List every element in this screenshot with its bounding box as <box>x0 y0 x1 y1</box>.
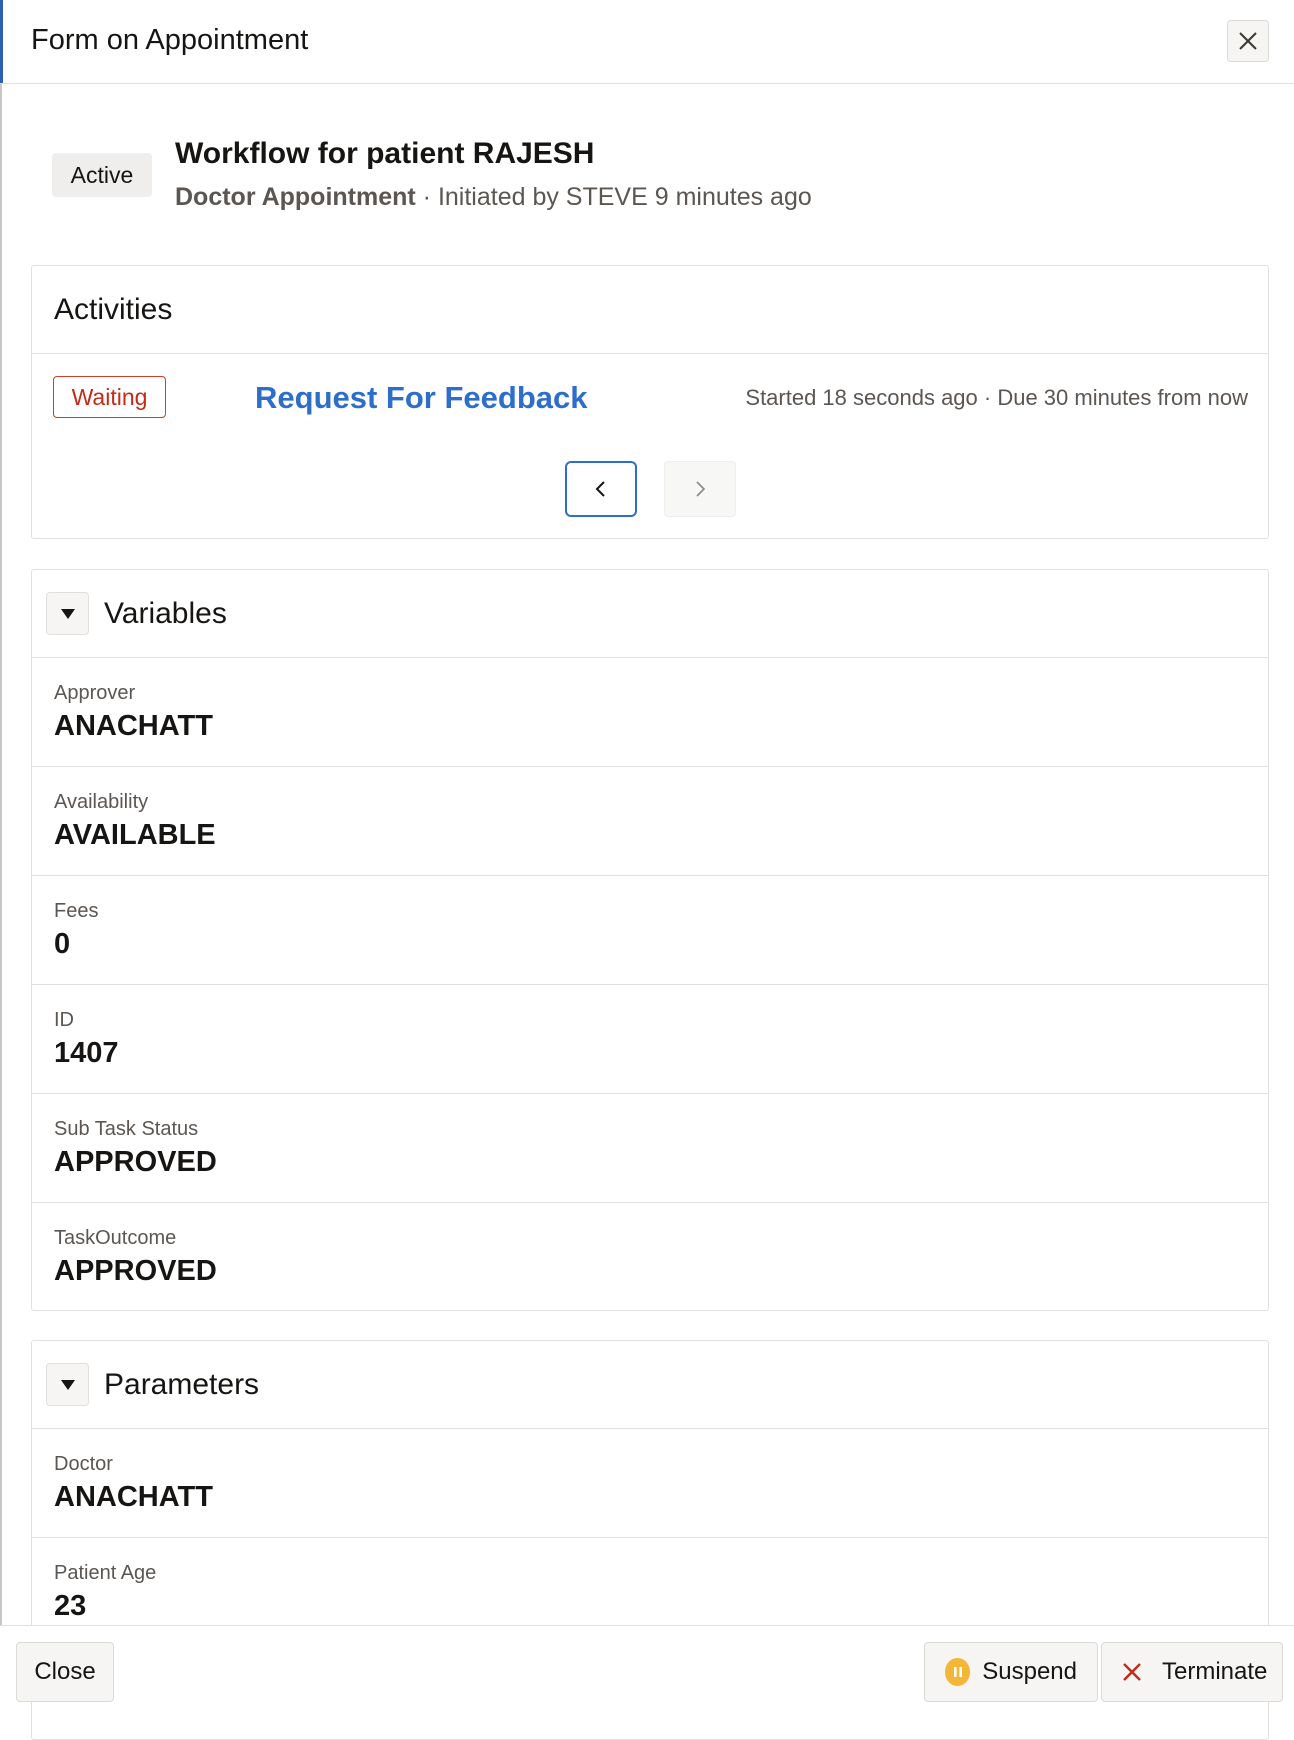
variable-value: AVAILABLE <box>54 819 216 851</box>
dialog-footer: Close Suspend Terminate <box>0 1625 1294 1702</box>
variable-row: Availability AVAILABLE <box>32 767 1268 876</box>
caret-down-icon <box>60 1379 75 1390</box>
dialog-close-button[interactable] <box>1227 20 1269 62</box>
workflow-subtitle: Doctor Appointment · Initiated by STEVE … <box>175 183 812 212</box>
workflow-title: Workflow for patient RAJESH <box>175 137 595 170</box>
variable-value: APPROVED <box>54 1146 217 1178</box>
variable-row: TaskOutcome APPROVED <box>32 1203 1268 1312</box>
close-button[interactable]: Close <box>16 1642 114 1702</box>
close-icon <box>1239 32 1257 50</box>
dialog-title: Form on Appointment <box>31 24 309 56</box>
chevron-left-icon <box>595 481 605 497</box>
suspend-label: Suspend <box>982 1658 1077 1685</box>
dialog-header: Form on Appointment <box>0 0 1294 84</box>
activity-meta: Started 18 seconds ago · Due 30 minutes … <box>745 385 1248 410</box>
parameter-label: Patient Age <box>54 1562 157 1584</box>
variable-label: Fees <box>54 900 99 922</box>
variable-value: ANACHATT <box>54 710 213 742</box>
variable-value: APPROVED <box>54 1255 217 1287</box>
pause-icon <box>945 1658 971 1686</box>
variable-label: Approver <box>54 682 136 704</box>
variable-label: ID <box>54 1009 74 1031</box>
variable-row: ID 1407 <box>32 985 1268 1094</box>
variable-value: 0 <box>54 928 71 960</box>
terminate-button[interactable]: Terminate <box>1101 1642 1283 1702</box>
dialog-left-border <box>0 83 2 1696</box>
caret-down-icon <box>60 608 75 619</box>
variable-label: Sub Task Status <box>54 1118 199 1140</box>
activity-status-badge: Waiting <box>53 376 166 418</box>
previous-page-button[interactable] <box>565 461 637 517</box>
variable-label: Availability <box>54 791 149 813</box>
variables-title: Variables <box>104 597 227 630</box>
activities-title: Activities <box>54 293 173 326</box>
parameters-collapse-toggle[interactable] <box>46 1363 89 1406</box>
variable-row: Approver ANACHATT <box>32 658 1268 767</box>
parameters-header: Parameters <box>32 1341 1268 1429</box>
variables-panel: Variables Approver ANACHATT Availability… <box>31 569 1269 1311</box>
chevron-right-icon <box>696 481 706 497</box>
variable-label: TaskOutcome <box>54 1227 177 1249</box>
workflow-status-badge: Active <box>52 153 152 197</box>
workflow-definition: Doctor Appointment <box>175 183 416 211</box>
suspend-button[interactable]: Suspend <box>924 1642 1098 1702</box>
parameter-value: ANACHATT <box>54 1481 213 1513</box>
parameter-value: 23 <box>54 1590 87 1622</box>
variables-header: Variables <box>32 570 1268 658</box>
workflow-dialog: Form on Appointment Active Workflow for … <box>0 0 1294 1740</box>
parameter-row: Doctor ANACHATT <box>32 1429 1268 1538</box>
activities-panel: Activities Waiting Request For Feedback … <box>31 265 1269 539</box>
workflow-initiated: · Initiated by STEVE 9 minutes ago <box>422 183 812 211</box>
variable-row: Sub Task Status APPROVED <box>32 1094 1268 1203</box>
terminate-x-icon <box>1122 1660 1142 1684</box>
variables-collapse-toggle[interactable] <box>46 592 89 635</box>
variable-row: Fees 0 <box>32 876 1268 985</box>
activities-header: Activities <box>32 266 1268 354</box>
terminate-label: Terminate <box>1162 1658 1268 1685</box>
parameters-title: Parameters <box>104 1368 260 1401</box>
activity-link[interactable]: Request For Feedback <box>255 380 587 416</box>
next-page-button[interactable] <box>664 461 736 517</box>
variable-value: 1407 <box>54 1037 119 1069</box>
parameter-label: Doctor <box>54 1453 113 1475</box>
